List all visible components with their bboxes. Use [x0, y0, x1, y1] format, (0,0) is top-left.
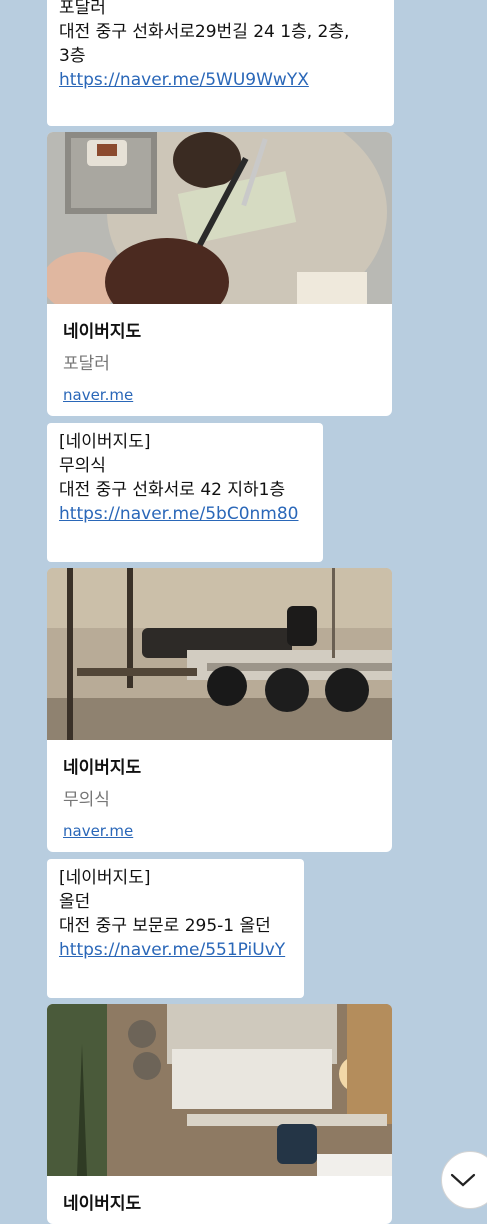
message-link[interactable]: https://naver.me/5bC0nm80 — [59, 502, 299, 526]
message-line: 올던 — [59, 892, 91, 912]
card-title: 네이버지도 — [63, 1194, 142, 1214]
message-line: 대전 중구 보문로 295-1 올던 — [59, 916, 271, 936]
message-link[interactable]: https://naver.me/551PiUvY — [59, 938, 285, 962]
message-link[interactable]: https://naver.me/5WU9WwYX — [59, 68, 309, 92]
message-bubble: [네이버지도] 올던 대전 중구 보문로 295-1 올던 https://na… — [47, 859, 304, 998]
card-site-link[interactable]: naver.me — [63, 822, 133, 840]
preview-image[interactable] — [47, 132, 392, 304]
message-line: 무의식 — [59, 456, 106, 476]
preview-image[interactable] — [47, 568, 392, 740]
scroll-to-bottom-button[interactable] — [441, 1151, 487, 1209]
link-preview-card[interactable]: 네이버지도 — [47, 1004, 392, 1224]
link-preview-card[interactable]: 네이버지도 포달러 naver.me — [47, 132, 392, 416]
link-preview-card[interactable]: 네이버지도 무의식 naver.me — [47, 568, 392, 852]
message-line: [네이버지도] — [59, 868, 151, 888]
message-line: 포달러 — [59, 0, 106, 18]
message-line: 대전 중구 선화서로 42 지하1층 — [59, 480, 286, 500]
card-title: 네이버지도 — [63, 322, 142, 342]
message-line: 3층 — [59, 46, 86, 66]
message-line: 대전 중구 선화서로29번길 24 1층, 2층, — [59, 22, 350, 42]
card-title: 네이버지도 — [63, 758, 142, 778]
message-line: [네이버지도] — [59, 432, 151, 452]
preview-image[interactable] — [47, 1004, 392, 1176]
card-subtitle: 포달러 — [63, 354, 110, 374]
chevron-down-icon — [450, 1173, 476, 1187]
card-site-link[interactable]: naver.me — [63, 386, 133, 404]
message-bubble: 포달러 대전 중구 선화서로29번길 24 1층, 2층, 3층 https:/… — [47, 0, 394, 126]
message-bubble: [네이버지도] 무의식 대전 중구 선화서로 42 지하1층 https://n… — [47, 423, 323, 562]
card-subtitle: 무의식 — [63, 790, 110, 810]
